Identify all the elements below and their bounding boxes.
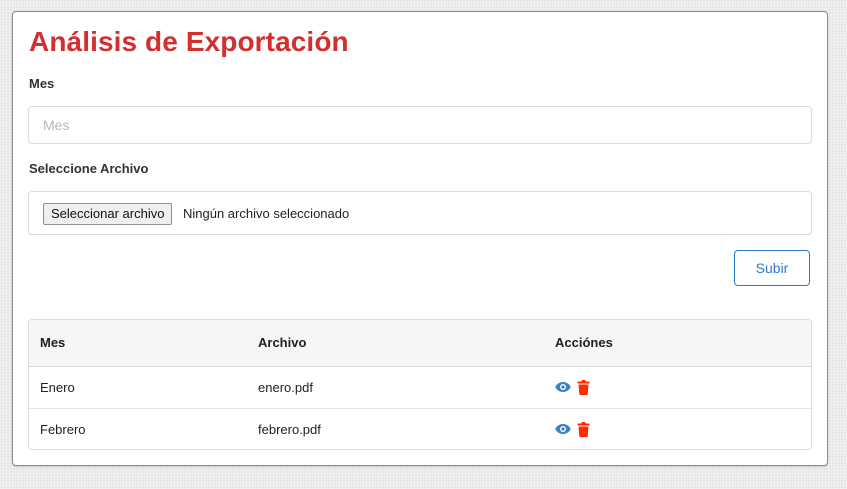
trash-icon[interactable]: [577, 379, 590, 395]
table-row: Enero enero.pdf: [29, 366, 811, 408]
file-input: Seleccionar archivo Ningún archivo selec…: [28, 191, 812, 235]
file-status-text: Ningún archivo seleccionado: [183, 206, 350, 221]
table-header-row: Mes Archivo Acciónes: [29, 320, 811, 367]
column-header-acciones: Acciónes: [555, 320, 811, 367]
mes-label: Mes: [29, 76, 55, 91]
page-title: Análisis de Exportación: [29, 26, 349, 57]
table-row: Febrero febrero.pdf: [29, 407, 811, 449]
row-archivo: febrero.pdf: [258, 407, 555, 449]
eye-icon[interactable]: [555, 423, 571, 435]
select-file-button[interactable]: Seleccionar archivo: [43, 203, 173, 225]
row-mes: Febrero: [29, 407, 258, 449]
row-actions: [555, 407, 811, 449]
row-archivo: enero.pdf: [258, 379, 313, 395]
row-actions: [555, 366, 811, 408]
files-table: Mes Archivo Acciónes Enero enero.pdf Feb…: [28, 319, 812, 450]
column-header-mes: Mes: [29, 320, 258, 367]
column-header-archivo: Archivo: [258, 320, 555, 367]
trash-icon[interactable]: [577, 421, 590, 437]
archivo-label: Seleccione Archivo: [29, 161, 149, 176]
export-analysis-card: Análisis de Exportación Mes Seleccione A…: [12, 11, 828, 466]
eye-icon[interactable]: [555, 381, 571, 393]
mes-input[interactable]: [28, 106, 812, 144]
submit-button[interactable]: Subir: [734, 250, 810, 286]
row-mes: Enero: [40, 379, 75, 395]
